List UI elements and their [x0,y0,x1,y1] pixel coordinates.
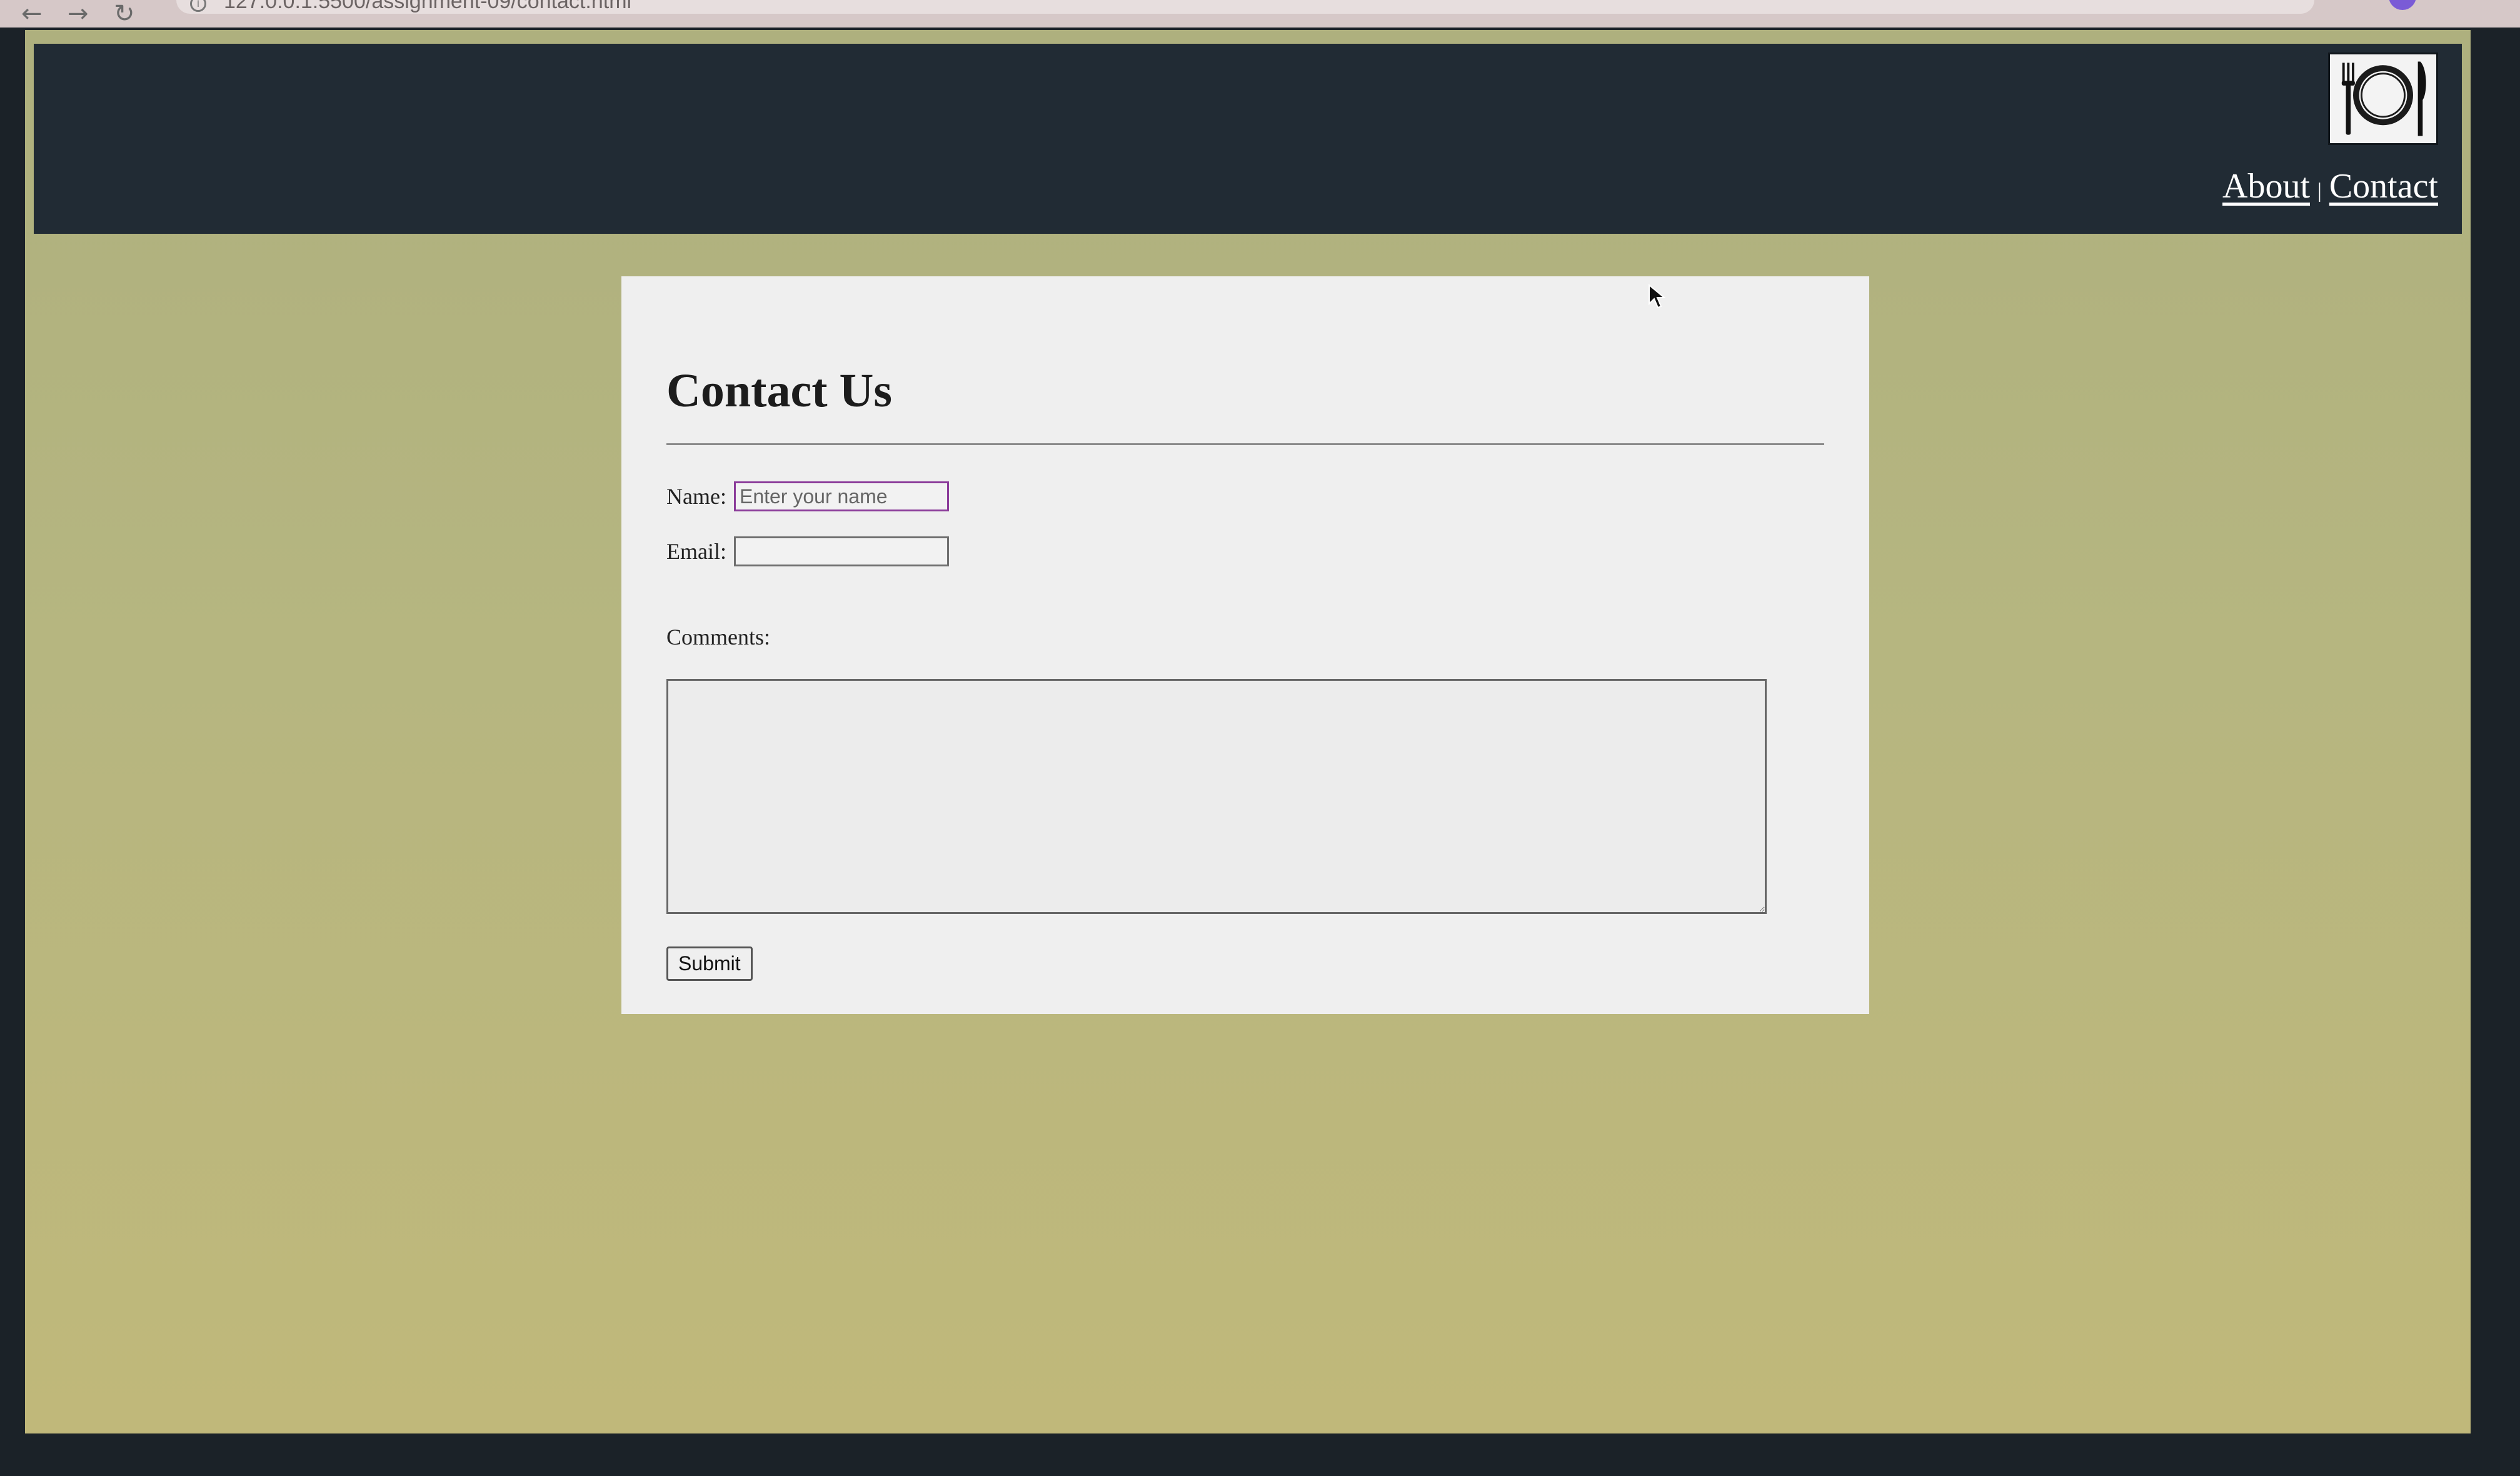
address-bar[interactable]: i 127.0.0.1:5500/assignment-09/contact.h… [176,0,2314,14]
mouse-cursor-icon [1649,284,1666,309]
site-header: About | Contact [34,44,2462,234]
logo-graphic [2341,61,2426,136]
email-input[interactable] [733,536,949,566]
email-row: Email: [666,536,1824,566]
name-input[interactable] [733,481,949,511]
nav-separator: | [2317,179,2322,203]
profile-icon[interactable] [2389,0,2416,10]
comments-textarea[interactable] [666,679,1767,914]
submit-button[interactable]: Submit [666,946,753,981]
name-row: Name: [666,481,1824,511]
page-title: Contact Us [666,364,892,417]
page-viewport: About | Contact Contact Us Name: Email: … [25,30,2471,1433]
back-arrow-icon[interactable]: ← [21,1,46,26]
site-info-icon[interactable]: i [190,0,206,12]
nav-link-contact[interactable]: Contact [2329,166,2438,206]
nav-link-about[interactable]: About [2222,166,2310,206]
contact-card: Contact Us Name: Email: Comments: Submit [621,276,1869,1014]
forward-arrow-icon[interactable]: → [68,1,93,26]
title-divider [666,443,1824,445]
site-nav: About | Contact [2222,166,2438,206]
comments-label: Comments: [666,625,771,650]
browser-toolbar: ← → ↻ i 127.0.0.1:5500/assignment-09/con… [0,0,2520,28]
reload-icon[interactable]: ↻ [114,1,139,26]
url-text[interactable]: 127.0.0.1:5500/assignment-09/contact.htm… [224,0,631,14]
email-label: Email: [666,539,726,564]
plate-fork-knife-icon[interactable] [2328,53,2438,145]
name-label: Name: [666,484,726,509]
